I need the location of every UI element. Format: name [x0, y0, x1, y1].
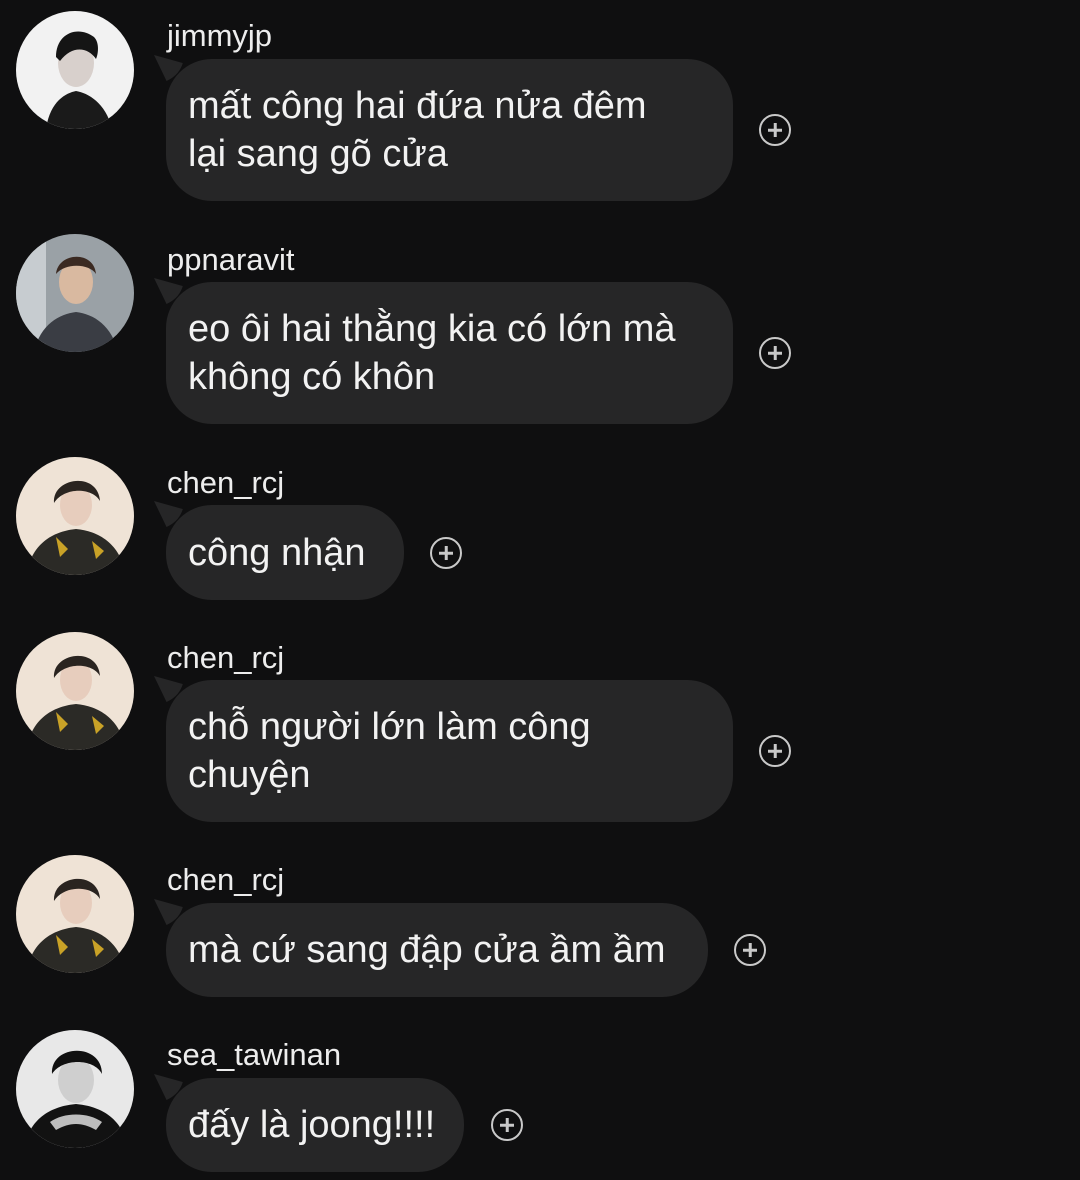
add-reaction-icon[interactable]	[759, 735, 791, 767]
username[interactable]: sea_tawinan	[167, 1037, 341, 1073]
avatar[interactable]	[16, 632, 134, 750]
avatar[interactable]	[16, 457, 134, 575]
username[interactable]: chen_rcj	[167, 465, 284, 501]
message-text: chỗ người lớn làm công	[188, 706, 591, 748]
profile-photo-icon	[16, 234, 134, 352]
avatar[interactable]	[16, 11, 134, 129]
avatar[interactable]	[16, 234, 134, 352]
message-text: chuyện	[188, 754, 311, 796]
message-bubble[interactable]: eo ôi hai thằng kia có lớn mà không có k…	[166, 282, 733, 424]
username[interactable]: chen_rcj	[167, 640, 284, 676]
avatar[interactable]	[16, 1030, 134, 1148]
message-text: lại sang gõ cửa	[188, 133, 448, 175]
username[interactable]: chen_rcj	[167, 862, 284, 898]
username[interactable]: ppnaravit	[167, 242, 295, 278]
message-bubble[interactable]: đấy là joong!!!!	[166, 1078, 464, 1172]
profile-photo-icon	[16, 855, 134, 973]
message-bubble[interactable]: mà cứ sang đập cửa ầm ầm	[166, 903, 708, 997]
add-reaction-icon[interactable]	[759, 337, 791, 369]
add-reaction-icon[interactable]	[734, 934, 766, 966]
message-text: công nhận	[188, 531, 366, 574]
message-text: eo ôi hai thằng kia có lớn mà	[188, 308, 676, 350]
profile-photo-icon	[16, 457, 134, 575]
message-text: đấy là joong!!!!	[188, 1104, 436, 1146]
message-bubble[interactable]: mất công hai đứa nửa đêm lại sang gõ cửa	[166, 59, 733, 201]
username[interactable]: jimmyjp	[167, 18, 272, 54]
message-text: mất công hai đứa nửa đêm	[188, 85, 647, 127]
add-reaction-icon[interactable]	[491, 1109, 523, 1141]
profile-photo-icon	[16, 11, 134, 129]
message-bubble[interactable]: công nhận	[166, 505, 404, 600]
profile-photo-icon	[16, 632, 134, 750]
add-reaction-icon[interactable]	[759, 114, 791, 146]
message-text: mà cứ sang đập cửa ầm ầm	[188, 929, 666, 971]
message-text: không có khôn	[188, 356, 436, 398]
message-bubble[interactable]: chỗ người lớn làm công chuyện	[166, 680, 733, 822]
avatar[interactable]	[16, 855, 134, 973]
add-reaction-icon[interactable]	[430, 537, 462, 569]
profile-photo-icon	[16, 1030, 134, 1148]
